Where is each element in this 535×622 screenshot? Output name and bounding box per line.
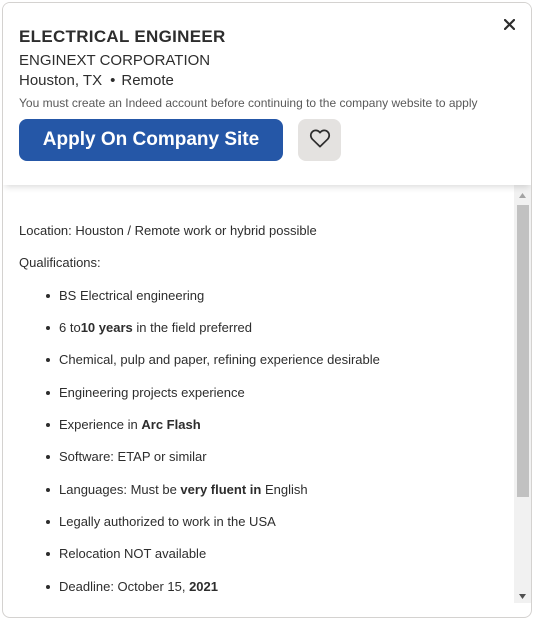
list-item: Chemical, pulp and paper, refining exper… (46, 352, 380, 367)
scroll-up-button[interactable] (514, 185, 531, 202)
account-notice: You must create an Indeed account before… (19, 96, 478, 110)
scrollbar-thumb[interactable] (517, 205, 529, 497)
separator-dot: • (110, 72, 116, 89)
list-item: BS Electrical engineering (45, 288, 205, 303)
list-item: 6 to10 years in the field preferred (46, 320, 252, 335)
list-item: Engineering projects experience (46, 385, 245, 400)
job-header: ELECTRICAL ENGINEER ENGINEXT CORPORATION… (3, 3, 531, 185)
list-item: Experience in Arc Flash (46, 417, 201, 432)
list-item: Languages: Must be very fluent in Englis… (46, 482, 308, 497)
description-scrollbar[interactable] (514, 185, 531, 603)
job-details-panel: ELECTRICAL ENGINEER ENGINEXT CORPORATION… (2, 2, 532, 618)
list-item: Software: ETAP or similar (46, 449, 207, 464)
qualifications-heading: Qualifications: (19, 255, 101, 270)
triangle-up-icon (519, 185, 526, 203)
triangle-down-icon (519, 586, 526, 604)
scroll-down-button[interactable] (514, 586, 531, 603)
company-name[interactable]: ENGINEXT CORPORATION (19, 52, 210, 69)
job-location: Houston, TX (19, 72, 103, 89)
location-line: Location: Houston / Remote work or hybri… (19, 223, 317, 238)
close-icon (503, 17, 515, 35)
list-item: Relocation NOT available (45, 546, 207, 561)
heart-icon (309, 128, 331, 153)
job-description: Location: Houston / Remote work or hybri… (3, 185, 515, 603)
apply-button[interactable]: Apply On Company Site (19, 119, 283, 161)
work-type: Remote (121, 72, 174, 89)
list-item: Legally authorized to work in the USA (46, 514, 276, 529)
list-item: Deadline: October 15, 2021 (46, 579, 218, 594)
job-title: ELECTRICAL ENGINEER (19, 27, 226, 46)
close-button[interactable] (500, 17, 518, 35)
location-row: Houston, TX • Remote (19, 72, 174, 89)
save-job-button[interactable] (298, 119, 341, 161)
